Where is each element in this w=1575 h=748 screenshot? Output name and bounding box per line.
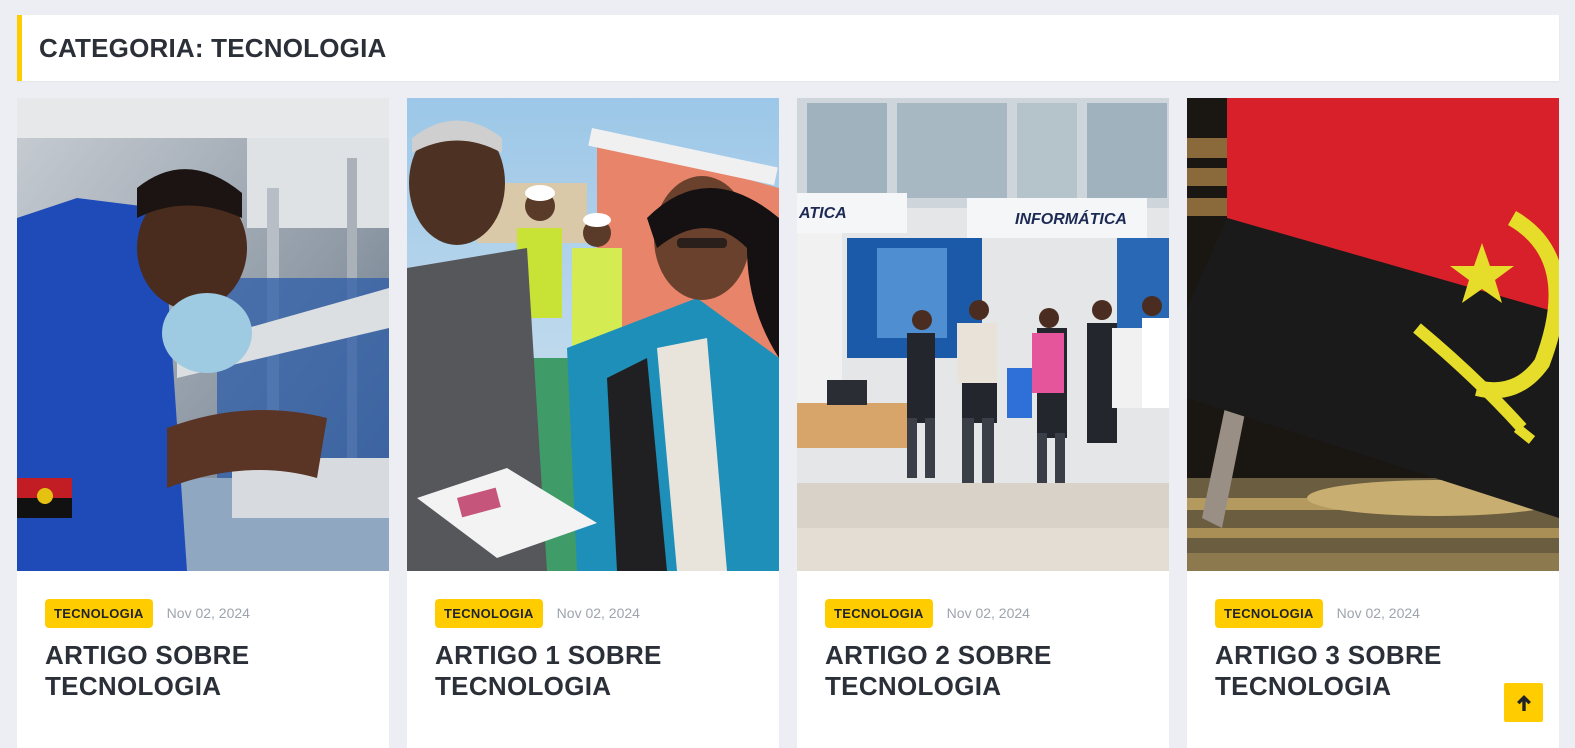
article-title[interactable]: ARTIGO 3 SOBRE TECNOLOGIA [1215, 640, 1531, 702]
tech-fair-photo: ATICA INFORMÁTICA [797, 98, 1169, 571]
booth-sign: INFORMÁTICA [1015, 209, 1127, 228]
article-title[interactable]: ARTIGO 2 SOBRE TECNOLOGIA [825, 640, 1141, 702]
page-title: CATEGORIA: TECNOLOGIA [39, 32, 387, 63]
article-grid: TECNOLOGIA Nov 02, 2024 ARTIGO SOBRE TEC… [17, 98, 1559, 748]
article-image[interactable]: ATICA INFORMÁTICA [797, 98, 1169, 571]
article-image[interactable] [407, 98, 779, 571]
article-card[interactable]: ATICA INFORMÁTICA TECNOLOGIA Nov 02, 202… [797, 98, 1169, 748]
category-badge[interactable]: TECNOLOGIA [45, 598, 153, 628]
article-meta: TECNOLOGIA Nov 02, 2024 [45, 598, 361, 628]
article-body: TECNOLOGIA Nov 02, 2024 ARTIGO 1 SOBRE T… [407, 571, 779, 702]
category-badge[interactable]: TECNOLOGIA [1215, 598, 1323, 628]
article-meta: TECNOLOGIA Nov 02, 2024 [435, 598, 751, 628]
category-page: CATEGORIA: TECNOLOGIA TECNOLOGIA Nov 02,… [0, 0, 1575, 748]
angola-flag-photo [1187, 98, 1559, 571]
article-title[interactable]: ARTIGO 1 SOBRE TECNOLOGIA [435, 640, 751, 702]
article-card[interactable]: TECNOLOGIA Nov 02, 2024 ARTIGO 3 SOBRE T… [1187, 98, 1559, 748]
article-image[interactable] [17, 98, 389, 571]
category-header: CATEGORIA: TECNOLOGIA [17, 15, 1559, 81]
article-date: Nov 02, 2024 [556, 605, 640, 621]
article-body: TECNOLOGIA Nov 02, 2024 ARTIGO SOBRE TEC… [17, 571, 389, 702]
article-title[interactable]: ARTIGO SOBRE TECNOLOGIA [45, 640, 361, 702]
article-meta: TECNOLOGIA Nov 02, 2024 [1215, 598, 1531, 628]
article-card[interactable]: TECNOLOGIA Nov 02, 2024 ARTIGO SOBRE TEC… [17, 98, 389, 748]
category-badge[interactable]: TECNOLOGIA [825, 598, 933, 628]
article-date: Nov 02, 2024 [166, 605, 250, 621]
technician-photo [17, 98, 389, 571]
officials-photo [407, 98, 779, 571]
article-image[interactable] [1187, 98, 1559, 571]
arrow-up-icon [1516, 694, 1531, 711]
booth-sign-left: ATICA [798, 205, 847, 222]
article-card[interactable]: TECNOLOGIA Nov 02, 2024 ARTIGO 1 SOBRE T… [407, 98, 779, 748]
back-to-top-button[interactable] [1504, 683, 1543, 722]
article-meta: TECNOLOGIA Nov 02, 2024 [825, 598, 1141, 628]
article-body: TECNOLOGIA Nov 02, 2024 ARTIGO 3 SOBRE T… [1187, 571, 1559, 702]
category-badge[interactable]: TECNOLOGIA [435, 598, 543, 628]
article-body: TECNOLOGIA Nov 02, 2024 ARTIGO 2 SOBRE T… [797, 571, 1169, 702]
article-date: Nov 02, 2024 [1336, 605, 1420, 621]
article-date: Nov 02, 2024 [946, 605, 1030, 621]
